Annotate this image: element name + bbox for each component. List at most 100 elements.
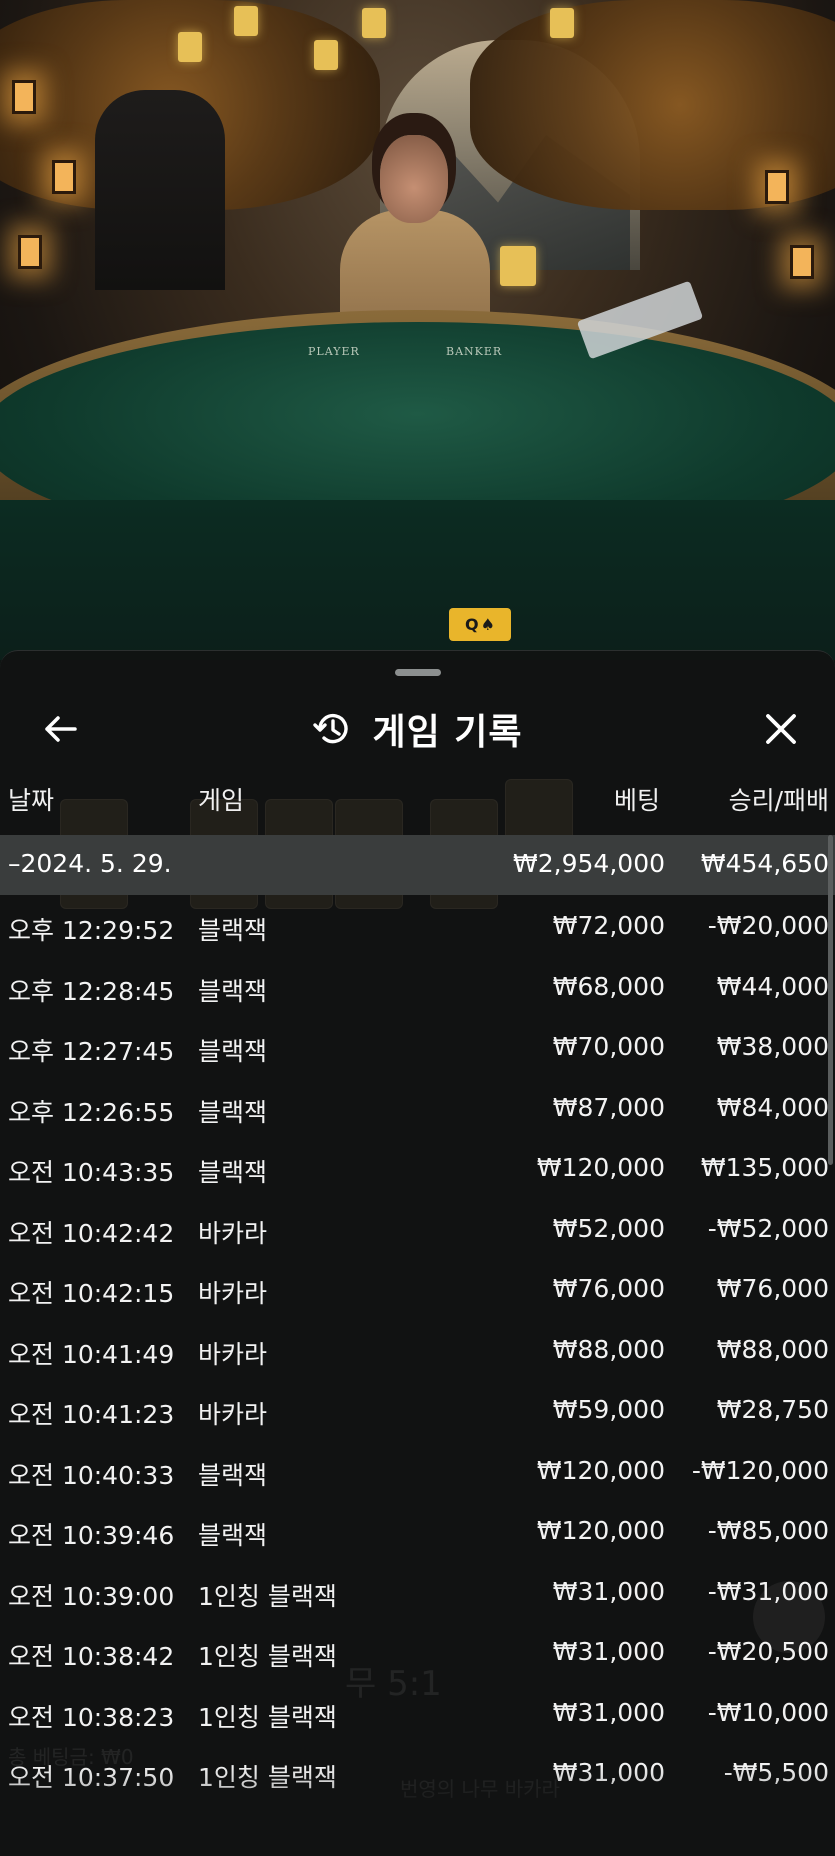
lantern-icon bbox=[52, 160, 76, 194]
row-time: 오전 10:38:42 bbox=[8, 1642, 175, 1671]
row-result: ₩76,000 bbox=[716, 1274, 829, 1303]
card-chip-suit: ♠ bbox=[480, 615, 495, 634]
date-group-label: –2024. 5. 29. bbox=[8, 849, 172, 878]
live-video-background: PLAYER BANKER Q ♠ bbox=[0, 0, 835, 660]
row-game: 블랙잭 bbox=[198, 1097, 268, 1127]
history-row[interactable]: 오전 10:41:23 바카라 ₩59,000 ₩28,750 bbox=[0, 1379, 835, 1440]
drag-handle[interactable] bbox=[395, 669, 441, 676]
row-result: -₩20,000 bbox=[707, 911, 829, 940]
row-bet: ₩120,000 bbox=[536, 1516, 665, 1545]
row-time: 오전 10:43:35 bbox=[8, 1158, 175, 1187]
row-bet: ₩31,000 bbox=[552, 1576, 665, 1606]
hanging-card-icon bbox=[500, 246, 536, 286]
history-row[interactable]: 오전 10:43:35 블랙잭 ₩120,000 ₩135,000 bbox=[0, 1137, 835, 1198]
row-game: 바카라 bbox=[198, 1218, 268, 1248]
row-bet: ₩72,000 bbox=[552, 911, 665, 940]
row-result: -₩20,500 bbox=[707, 1637, 829, 1666]
row-result: -₩10,000 bbox=[707, 1697, 829, 1727]
sheet-header: 게임 기록 bbox=[0, 697, 835, 761]
list-scrollbar[interactable] bbox=[828, 835, 833, 1165]
date-group-row[interactable]: –2024. 5. 29. ₩2,954,000 ₩454,650 bbox=[0, 835, 835, 895]
hanging-card-icon bbox=[362, 8, 386, 38]
column-header-row: 날짜 게임 베팅 승리/패배 bbox=[0, 781, 835, 819]
row-time: 오전 10:37:50 bbox=[8, 1763, 175, 1792]
row-time: 오후 12:29:52 bbox=[8, 916, 175, 945]
date-group-bet-total: ₩2,954,000 bbox=[513, 849, 665, 878]
history-row[interactable]: 오전 10:42:42 바카라 ₩52,000 -₩52,000 bbox=[0, 1198, 835, 1259]
column-header-bet[interactable]: 베팅 bbox=[614, 781, 660, 817]
column-header-game[interactable]: 게임 bbox=[198, 781, 244, 817]
row-bet: ₩76,000 bbox=[552, 1274, 665, 1303]
row-bet: ₩31,000 bbox=[552, 1637, 665, 1666]
row-time: 오전 10:38:23 bbox=[8, 1702, 175, 1732]
row-game: 블랙잭 bbox=[198, 1158, 268, 1187]
row-time: 오전 10:41:49 bbox=[8, 1339, 175, 1369]
row-game: 1인칭 블랙잭 bbox=[198, 1581, 337, 1611]
row-result: -₩31,000 bbox=[707, 1576, 829, 1606]
history-row[interactable]: 오전 10:42:15 바카라 ₩76,000 ₩76,000 bbox=[0, 1258, 835, 1319]
history-row[interactable]: 오전 10:41:49 바카라 ₩88,000 ₩88,000 bbox=[0, 1319, 835, 1380]
row-bet: ₩52,000 bbox=[552, 1213, 665, 1243]
row-bet: ₩120,000 bbox=[536, 1153, 665, 1182]
row-time: 오전 10:42:15 bbox=[8, 1279, 175, 1308]
row-game: 1인칭 블랙잭 bbox=[198, 1763, 337, 1792]
sheet-title: 게임 기록 bbox=[372, 712, 523, 753]
row-game: 블랙잭 bbox=[198, 1037, 268, 1066]
history-row[interactable]: 오전 10:39:00 1인칭 블랙잭 ₩31,000 -₩31,000 bbox=[0, 1561, 835, 1622]
history-row[interactable]: 오후 12:26:55 블랙잭 ₩87,000 ₩84,000 bbox=[0, 1077, 835, 1138]
lantern-icon bbox=[790, 245, 814, 279]
lantern-icon bbox=[765, 170, 789, 204]
history-row[interactable]: 오전 10:38:23 1인칭 블랙잭 ₩31,000 -₩10,000 bbox=[0, 1682, 835, 1743]
history-row[interactable]: 오후 12:28:45 블랙잭 ₩68,000 ₩44,000 bbox=[0, 956, 835, 1017]
history-row[interactable]: 오전 10:40:33 블랙잭 ₩120,000 -₩120,000 bbox=[0, 1440, 835, 1501]
row-game: 바카라 bbox=[198, 1339, 268, 1369]
row-time: 오전 10:40:33 bbox=[8, 1460, 175, 1490]
history-row[interactable]: 오후 12:29:52 블랙잭 ₩72,000 -₩20,000 bbox=[0, 895, 835, 956]
dealer-assistant bbox=[95, 90, 225, 290]
row-result: -₩5,500 bbox=[723, 1758, 829, 1787]
date-group-result-total: ₩454,650 bbox=[700, 849, 829, 878]
row-game: 바카라 bbox=[198, 1400, 268, 1429]
row-game: 블랙잭 bbox=[198, 976, 268, 1006]
row-bet: ₩68,000 bbox=[552, 971, 665, 1001]
felt-label-player: PLAYER bbox=[308, 345, 360, 358]
row-game: 1인칭 블랙잭 bbox=[198, 1702, 337, 1732]
row-time: 오전 10:42:42 bbox=[8, 1218, 175, 1248]
sheet-title-group: 게임 기록 bbox=[0, 703, 835, 755]
history-list: 오후 12:29:52 블랙잭 ₩72,000 -₩20,000 오후 12:28:4… bbox=[0, 895, 835, 1803]
column-header-result[interactable]: 승리/패배 bbox=[729, 781, 829, 817]
row-time: 오전 10:41:23 bbox=[8, 1400, 175, 1429]
lantern-icon bbox=[18, 235, 42, 269]
row-bet: ₩120,000 bbox=[536, 1455, 665, 1485]
column-header-date[interactable]: 날짜 bbox=[8, 781, 54, 817]
history-row[interactable]: 오후 12:27:45 블랙잭 ₩70,000 ₩38,000 bbox=[0, 1016, 835, 1077]
row-result: ₩88,000 bbox=[716, 1334, 829, 1364]
row-game: 블랙잭 bbox=[198, 1460, 268, 1490]
history-row[interactable]: 오전 10:37:50 1인칭 블랙잭 ₩31,000 -₩5,500 bbox=[0, 1742, 835, 1803]
row-bet: ₩31,000 bbox=[552, 1758, 665, 1787]
game-history-sheet: 무 5:1 총 베팅금: ₩0 번영의 나무 바카라 게임 기록 날짜 게임 베… bbox=[0, 650, 835, 1856]
close-icon bbox=[766, 714, 796, 744]
hanging-card-icon bbox=[234, 6, 258, 36]
row-game: 바카라 bbox=[198, 1279, 268, 1308]
row-game: 블랙잭 bbox=[198, 1521, 268, 1550]
row-time: 오후 12:26:55 bbox=[8, 1097, 175, 1127]
hanging-card-icon bbox=[550, 8, 574, 38]
row-game: 블랙잭 bbox=[198, 916, 268, 945]
row-result: ₩38,000 bbox=[716, 1032, 829, 1061]
history-row[interactable]: 오전 10:38:42 1인칭 블랙잭 ₩31,000 -₩20,500 bbox=[0, 1621, 835, 1682]
row-result: -₩120,000 bbox=[691, 1455, 829, 1485]
lantern-icon bbox=[12, 80, 36, 114]
close-button[interactable] bbox=[757, 705, 805, 753]
lower-table-area bbox=[0, 500, 835, 660]
row-time: 오후 12:27:45 bbox=[8, 1037, 175, 1066]
row-result: ₩84,000 bbox=[716, 1092, 829, 1122]
history-row[interactable]: 오전 10:39:46 블랙잭 ₩120,000 -₩85,000 bbox=[0, 1500, 835, 1561]
hanging-card-icon bbox=[314, 40, 338, 70]
dealer-head bbox=[380, 135, 448, 223]
row-game: 1인칭 블랙잭 bbox=[198, 1642, 337, 1671]
row-bet: ₩59,000 bbox=[552, 1395, 665, 1424]
row-result: ₩135,000 bbox=[700, 1153, 829, 1182]
row-result: ₩44,000 bbox=[716, 971, 829, 1001]
felt-label-banker: BANKER bbox=[446, 345, 503, 358]
